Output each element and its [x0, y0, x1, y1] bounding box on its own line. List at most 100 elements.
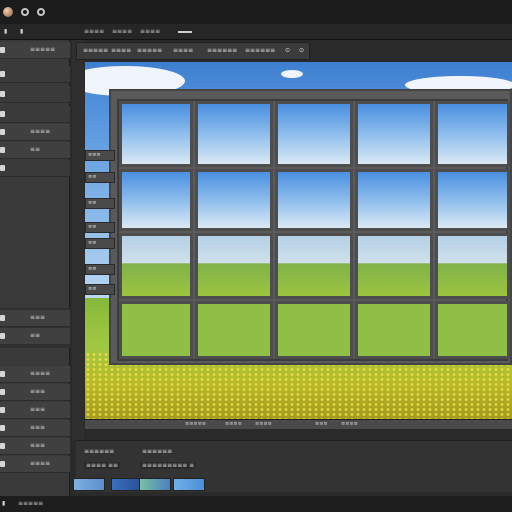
property-label: ≡≡≡≡≡≡ — [84, 448, 115, 455]
list-item-label: ≡≡ — [30, 146, 41, 153]
list-item[interactable]: ≡≡≡ — [0, 384, 70, 401]
list-item-label: ≡≡≡ — [30, 314, 46, 321]
status-footer: ▮ ≡≡≡≡≡ — [0, 496, 512, 512]
status-item: ≡≡≡≡ — [255, 421, 272, 427]
list-item-label: ≡≡≡≡≡ — [30, 46, 56, 53]
layers-panel: ≡≡≡≡≡ ≡≡≡≡ ≡≡ ≡≡≡ ≡≡ ≡≡≡≡ ≡≡≡ ≡≡≡ ≡≡≡ ≡≡… — [0, 40, 70, 496]
list-item-label: ≡≡≡ — [30, 388, 46, 395]
thumbnail[interactable] — [73, 478, 105, 491]
tab-item[interactable]: ≡≡≡≡≡≡ — [207, 47, 237, 54]
layer-icon — [0, 333, 5, 339]
side-button[interactable]: ≡≡ — [85, 198, 115, 209]
list-item[interactable] — [0, 66, 70, 83]
side-button[interactable]: ≡≡ — [85, 284, 115, 295]
list-item-label: ≡≡ — [30, 332, 41, 339]
window-pane — [195, 101, 273, 167]
list-item-label: ≡≡≡ — [30, 406, 46, 413]
side-button[interactable]: ≡≡ — [85, 264, 115, 275]
layer-icon — [0, 407, 5, 413]
tab-item[interactable]: ≡≡≡≡≡≡ — [245, 47, 275, 54]
side-button[interactable]: ≡≡ — [85, 222, 115, 233]
window-pane — [275, 101, 353, 167]
window-pane — [195, 301, 273, 359]
window-grid — [117, 99, 510, 361]
status-item: ≡≡≡≡ — [341, 421, 358, 427]
status-item: ≡≡≡≡≡ — [185, 421, 206, 427]
list-item-label: ≡≡≡≡ — [30, 128, 51, 135]
settings-icon[interactable] — [21, 8, 29, 16]
app-logo-icon[interactable] — [3, 7, 13, 17]
vertical-divider[interactable] — [72, 40, 84, 440]
window-pane — [275, 169, 353, 231]
list-item[interactable]: ≡≡≡≡ — [0, 456, 70, 473]
layer-icon — [0, 443, 5, 449]
gear-icon[interactable]: ⊙ — [299, 47, 304, 54]
window-pane — [355, 233, 433, 299]
eye-icon — [0, 71, 5, 77]
list-item[interactable] — [0, 86, 70, 103]
layer-icon — [0, 389, 5, 395]
side-button[interactable]: ≡≡ — [85, 238, 115, 249]
window-pane — [119, 169, 193, 231]
status-item: ≡≡≡ — [315, 421, 328, 427]
property-label[interactable]: ≡≡≡≡≡≡≡≡≡ ≡ — [140, 462, 197, 469]
window-pane — [275, 301, 353, 359]
list-item[interactable]: ≡≡≡ — [0, 420, 70, 437]
window-pane — [355, 169, 433, 231]
title-bar — [0, 0, 512, 24]
layer-icon — [0, 461, 5, 467]
toolbar-item[interactable]: ≡≡≡≡ — [140, 28, 160, 36]
list-item-label: ≡≡≡≡ — [30, 370, 51, 377]
layer-icon — [0, 129, 5, 135]
side-button[interactable]: ≡≡≡ — [85, 150, 115, 161]
layer-icon — [0, 425, 5, 431]
footer-text: ≡≡≡≡≡ — [18, 500, 44, 507]
list-item[interactable]: ≡≡≡≡≡ — [0, 42, 70, 59]
window-pane — [195, 233, 273, 299]
list-item-label: ≡≡≡ — [30, 424, 46, 431]
tab-item[interactable]: ≡≡≡≡ — [173, 47, 193, 54]
layer-icon — [0, 315, 5, 321]
window-pane — [435, 301, 510, 359]
properties-panel: ≡≡≡≡≡≡ ≡≡≡≡≡≡ ≡≡≡≡ ≡≡ ≡≡≡≡≡≡≡≡≡ ≡ — [73, 440, 512, 492]
status-item: ≡≡≡≡ — [225, 421, 242, 427]
list-item[interactable]: ≡≡≡ — [0, 402, 70, 419]
brush-icon — [0, 91, 5, 97]
layer-icon — [0, 165, 5, 171]
property-label: ≡≡≡≡≡≡ — [142, 448, 173, 455]
layer-icon — [0, 47, 5, 53]
toolbar: ▮ ▮ ≡≡≡≡ ≡≡≡≡ ≡≡≡≡ — [0, 24, 512, 40]
list-item[interactable]: ≡≡≡≡ — [0, 124, 70, 141]
list-item-label: ≡≡≡≡ — [30, 460, 51, 467]
help-icon[interactable] — [37, 8, 45, 16]
tab-item[interactable]: ≡≡≡≡≡ — [83, 47, 108, 54]
list-item-label: ≡≡≡ — [30, 442, 46, 449]
toolbar-item[interactable]: ≡≡≡≡ — [84, 28, 104, 36]
list-item[interactable]: ≡≡≡ — [0, 310, 70, 327]
toolbar-item[interactable]: ▮ — [4, 28, 7, 36]
list-item[interactable]: ≡≡≡≡ — [0, 366, 70, 383]
window-pane — [435, 233, 510, 299]
window-pane — [435, 169, 510, 231]
list-item[interactable] — [0, 106, 70, 123]
thumbnail[interactable] — [173, 478, 205, 491]
list-item[interactable]: ≡≡ — [0, 142, 70, 159]
toolbar-separator — [178, 31, 192, 33]
toolbar-item[interactable]: ▮ — [20, 28, 23, 36]
close-icon[interactable]: ⊙ — [285, 47, 290, 54]
tab-item[interactable]: ≡≡≡≡≡ — [137, 47, 162, 54]
tab-item[interactable]: ≡≡≡≡ — [111, 47, 131, 54]
toolbar-item[interactable]: ≡≡≡≡ — [112, 28, 132, 36]
list-item[interactable] — [0, 160, 70, 177]
layer-icon — [0, 371, 5, 377]
window-pane — [435, 101, 510, 167]
list-item[interactable]: ≡≡≡ — [0, 438, 70, 455]
list-item[interactable]: ≡≡ — [0, 328, 70, 345]
footer-icon: ▮ — [2, 500, 6, 507]
thumbnail[interactable] — [139, 478, 171, 491]
image-canvas[interactable] — [85, 62, 512, 419]
canvas-status-bar: ≡≡≡≡≡ ≡≡≡≡ ≡≡≡≡ ≡≡≡ ≡≡≡≡ — [85, 419, 512, 429]
window-pane — [355, 101, 433, 167]
property-label[interactable]: ≡≡≡≡ ≡≡ — [84, 462, 121, 469]
side-button[interactable]: ≡≡ — [85, 172, 115, 183]
